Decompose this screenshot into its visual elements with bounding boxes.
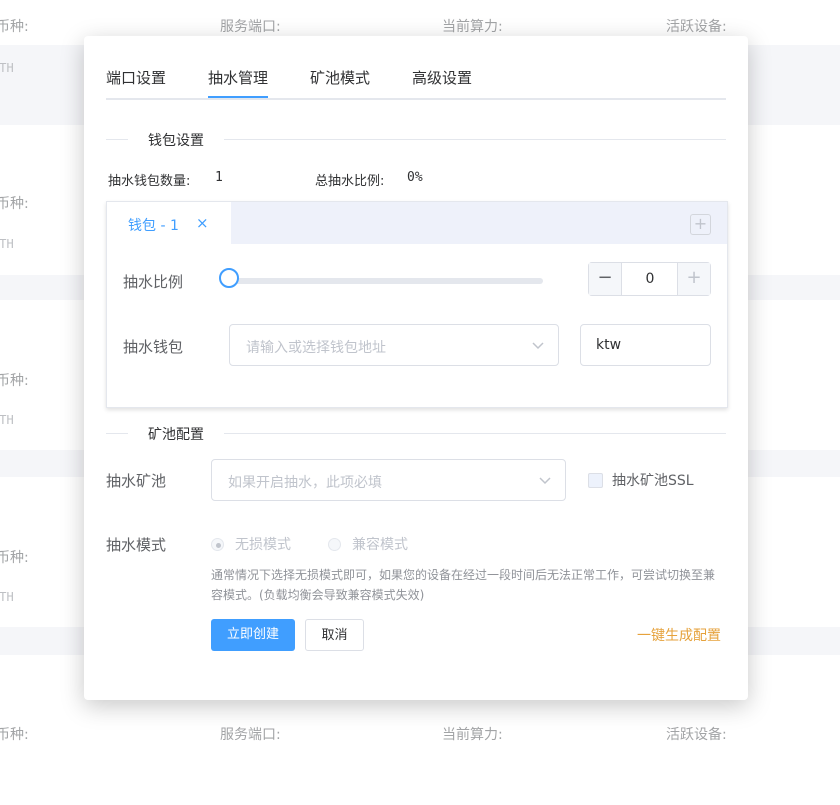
wallet-address-select[interactable]: 请输入或选择钱包地址 <box>229 324 559 366</box>
tab-pool-mode[interactable]: 矿池模式 <box>310 67 370 88</box>
cancel-button[interactable]: 取消 <box>305 619 364 651</box>
wallet-tab-label: 钱包 - 1 <box>128 218 179 234</box>
wallet-count-label: 抽水钱包数量: <box>108 174 191 189</box>
stepper-decrease-button[interactable]: − <box>589 263 622 295</box>
chevron-down-icon <box>539 477 551 485</box>
ratio-slider-track[interactable] <box>231 278 543 284</box>
mode-hint-text: 通常情况下选择无损模式即可，如果您的设备在经过一段时间后无法正常工作，可尝试切换… <box>211 568 716 602</box>
ratio-field-label: 抽水比例 <box>123 273 184 291</box>
radio-selected-dot <box>216 543 221 548</box>
pool-field-label: 抽水矿池 <box>106 472 167 490</box>
wallet-name-value: ktw <box>596 337 622 353</box>
stepper-increase-button[interactable]: + <box>677 263 710 295</box>
pump-settings-dialog: 端口设置 抽水管理 矿池模式 高级设置 钱包设置 抽水钱包数量: 1 总抽水比例… <box>84 36 748 700</box>
wallet-card: 钱包 - 1 × + 抽水比例 − 0 + 抽水钱包 请输入或选择钱包地址 kt… <box>106 201 728 408</box>
tab-pump-management[interactable]: 抽水管理 <box>208 67 268 88</box>
pool-placeholder: 如果开启抽水，此项必填 <box>228 475 382 491</box>
wallet-count-value: 1 <box>215 170 223 185</box>
tab-advanced-settings[interactable]: 高级设置 <box>412 67 472 88</box>
ratio-slider-thumb[interactable] <box>219 268 239 288</box>
ssl-label[interactable]: 抽水矿池SSL <box>612 470 694 490</box>
wallet-address-placeholder: 请输入或选择钱包地址 <box>246 340 386 356</box>
mode-option-lossless[interactable]: 无损模式 <box>235 534 291 554</box>
active-tab-indicator <box>208 96 268 98</box>
generate-config-link[interactable]: 一键生成配置 <box>637 625 721 645</box>
wallet-tab-bar: 钱包 - 1 × + <box>107 202 727 244</box>
close-icon[interactable]: × <box>196 214 209 232</box>
total-ratio-value: 0% <box>407 170 423 185</box>
ratio-stepper: − 0 + <box>588 262 711 296</box>
pool-select[interactable]: 如果开启抽水，此项必填 <box>211 459 566 501</box>
pool-section-title: 矿池配置 <box>128 424 224 444</box>
wallet-section-title: 钱包设置 <box>128 130 224 150</box>
mode-radio-compatible[interactable] <box>328 538 341 551</box>
total-ratio-label: 总抽水比例: <box>315 174 385 189</box>
mode-field-label: 抽水模式 <box>106 536 167 554</box>
wallet-tab[interactable]: 钱包 - 1 × <box>107 202 231 244</box>
add-wallet-icon[interactable]: + <box>690 214 711 235</box>
stepper-value[interactable]: 0 <box>622 263 678 295</box>
wallet-field-label: 抽水钱包 <box>123 338 184 356</box>
tab-port-settings[interactable]: 端口设置 <box>106 67 166 88</box>
mode-radio-lossless[interactable] <box>211 538 224 551</box>
mode-option-compatible[interactable]: 兼容模式 <box>352 534 408 554</box>
chevron-down-icon <box>532 342 544 350</box>
create-button[interactable]: 立即创建 <box>211 619 295 651</box>
ssl-checkbox[interactable] <box>588 473 603 488</box>
wallet-name-input[interactable]: ktw <box>580 324 711 366</box>
tab-bar: 端口设置 抽水管理 矿池模式 高级设置 <box>106 36 726 100</box>
